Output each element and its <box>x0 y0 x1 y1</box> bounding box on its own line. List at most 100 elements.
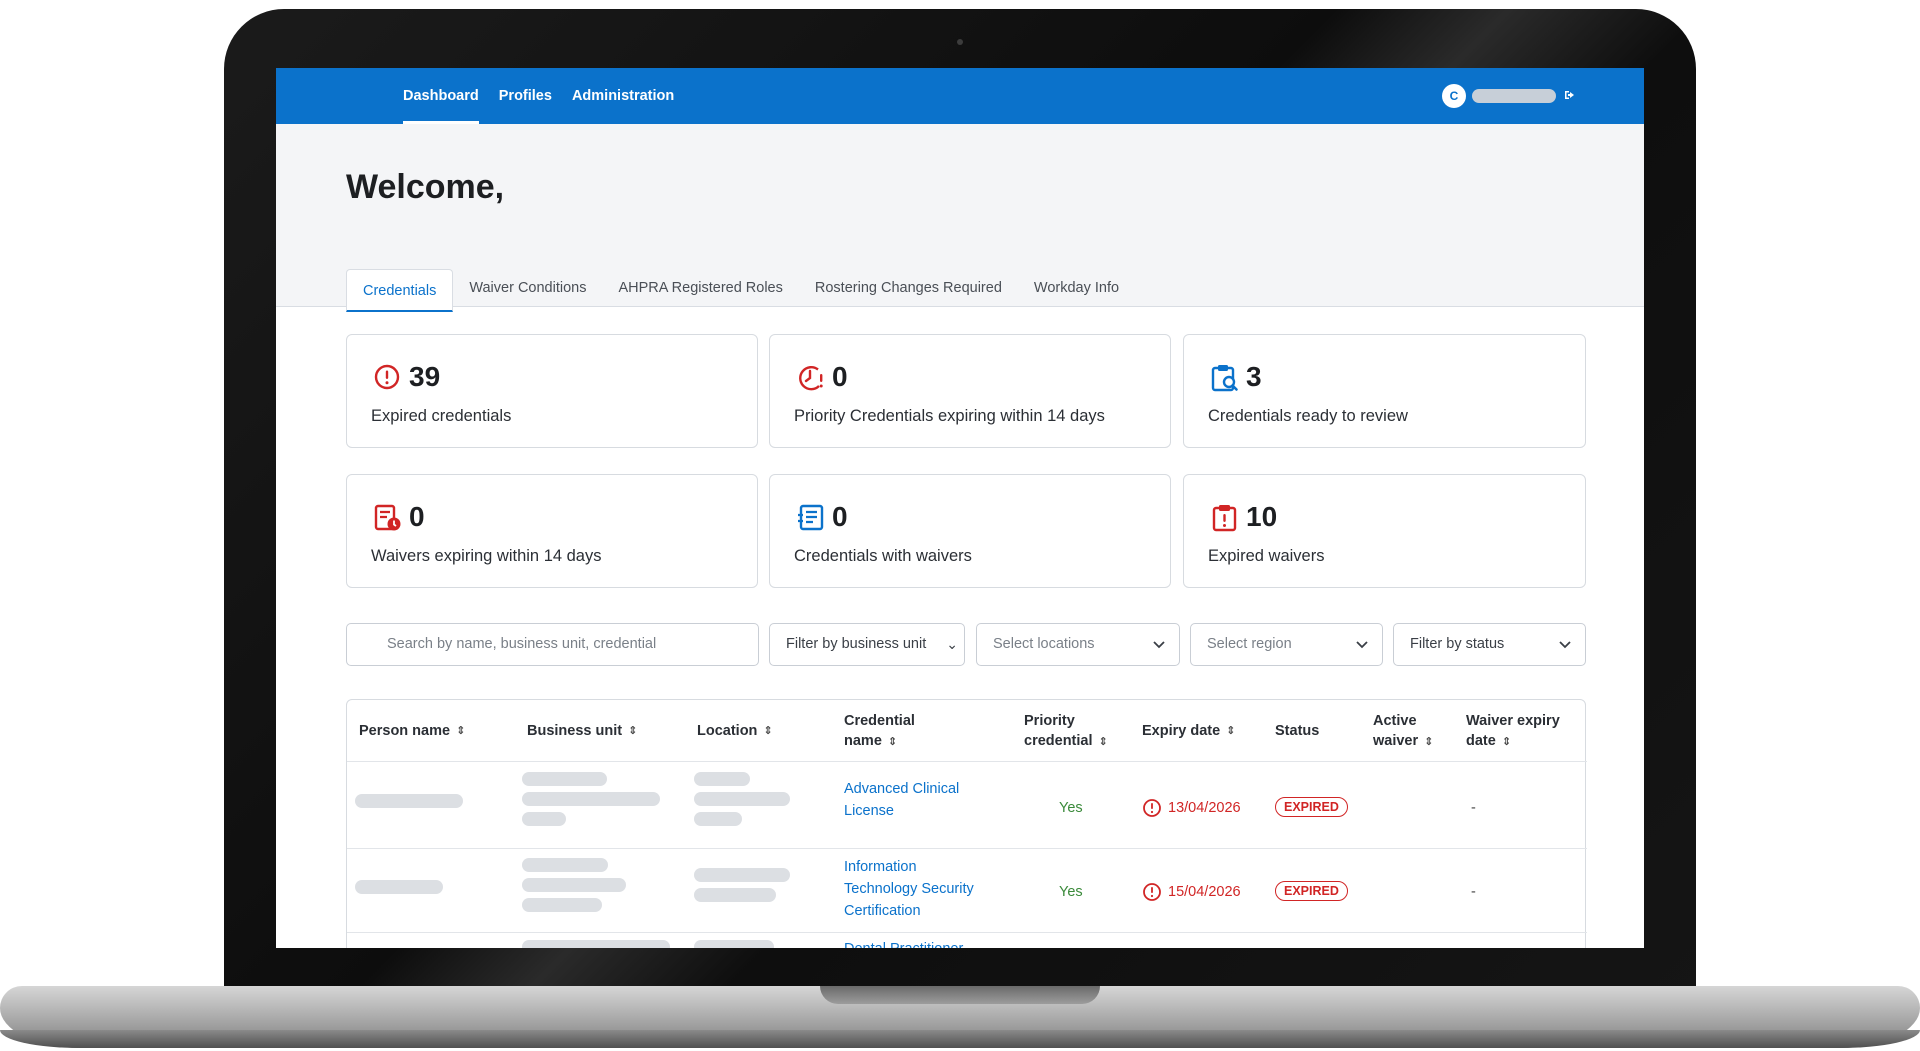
column-header-business-unit[interactable]: Business unit ⇕ <box>527 700 637 762</box>
column-header-active-waiver[interactable]: Active waiver ⇕ <box>1373 700 1433 762</box>
stat-label: Priority Credentials expiring within 14 … <box>794 407 1105 425</box>
tab-bar: Credentials Waiver Conditions AHPRA Regi… <box>346 269 1135 312</box>
stat-card-ready-to-review[interactable]: 3 Credentials ready to review <box>1183 334 1586 448</box>
clock-alert-icon <box>796 363 824 393</box>
logout-icon[interactable] <box>1564 88 1576 104</box>
tab-waiver-conditions[interactable]: Waiver Conditions <box>453 269 602 307</box>
business-unit-redacted <box>522 940 670 948</box>
column-header-label: Business unit <box>527 723 623 739</box>
expiry-date-text: 13/04/2026 <box>1168 800 1241 816</box>
status-badge: EXPIRED <box>1275 881 1348 901</box>
status-filter-label: Filter by status <box>1410 636 1505 652</box>
credential-name-line: Information <box>844 859 917 875</box>
waiver-expiry-value: - <box>1471 884 1476 900</box>
location-redacted <box>694 868 790 882</box>
waiver-expiry-value: - <box>1471 800 1476 816</box>
column-header-location[interactable]: Location ⇕ <box>697 700 773 762</box>
stat-card-waivers-expiring[interactable]: 0 Waivers expiring within 14 days <box>346 474 758 588</box>
tab-ahpra-registered-roles[interactable]: AHPRA Registered Roles <box>602 269 798 307</box>
sort-icon[interactable]: ⇕ <box>763 721 772 741</box>
document-list-icon <box>796 503 824 533</box>
location-redacted <box>694 888 776 902</box>
credential-name-line: Certification <box>844 903 921 919</box>
stat-card-expired-credentials[interactable]: 39 Expired credentials <box>346 334 758 448</box>
business-unit-filter-label: Filter by business unit <box>786 636 927 652</box>
column-header-label: Location <box>697 723 758 739</box>
credential-name-line: Advanced Clinical <box>844 781 960 797</box>
clipboard-alert-icon <box>1210 503 1238 533</box>
business-unit-filter[interactable]: Filter by business unit ⌄ <box>769 623 965 666</box>
region-select-label: Select region <box>1207 636 1292 652</box>
credential-link[interactable]: Information Technology Security Certific… <box>844 856 974 922</box>
expiry-date-text: 15/04/2026 <box>1168 884 1241 900</box>
credential-link[interactable]: Advanced Clinical License <box>844 778 959 822</box>
nav-profiles[interactable]: Profiles <box>499 68 552 124</box>
search-input[interactable]: Search by name, business unit, credentia… <box>346 623 759 666</box>
sort-icon[interactable]: ⇕ <box>1226 721 1235 741</box>
stat-label: Expired credentials <box>371 407 512 425</box>
page-header: Welcome, Credentials Waiver Conditions A… <box>276 124 1644 312</box>
stat-label: Credentials ready to review <box>1208 407 1408 425</box>
chevron-down-icon <box>1559 624 1571 665</box>
expiry-date: 15/04/2026 <box>1142 882 1241 902</box>
column-header-priority[interactable]: Priority credential ⇕ <box>1024 700 1108 762</box>
stat-card-credentials-with-waivers[interactable]: 0 Credentials with waivers <box>769 474 1171 588</box>
stat-value: 39 <box>409 361 441 392</box>
status-badge: EXPIRED <box>1275 797 1348 817</box>
stat-value: 3 <box>1246 361 1262 392</box>
credential-link[interactable]: Dental Practitioner <box>844 938 963 948</box>
top-navbar: Dashboard Profiles Administration C <box>276 68 1644 124</box>
sort-icon[interactable]: ⇕ <box>888 736 897 748</box>
column-header-label: waiver <box>1373 732 1419 749</box>
sort-icon[interactable]: ⇕ <box>1099 736 1108 748</box>
column-header-label: Waiver expiry <box>1466 712 1560 729</box>
page-title: Welcome, <box>346 168 505 206</box>
location-redacted <box>694 812 742 826</box>
app-screen: Dashboard Profiles Administration C Welc… <box>276 68 1644 948</box>
column-header-status: Status <box>1275 700 1319 762</box>
column-header-label: date <box>1466 732 1496 749</box>
stat-card-expired-waivers[interactable]: 10 Expired waivers <box>1183 474 1586 588</box>
tab-credentials[interactable]: Credentials <box>346 269 454 312</box>
row-divider <box>347 848 1587 849</box>
stat-label: Credentials with waivers <box>794 547 972 565</box>
nav-dashboard[interactable]: Dashboard <box>403 68 479 124</box>
search-placeholder: Search by name, business unit, credentia… <box>387 636 657 652</box>
stat-label: Waivers expiring within 14 days <box>371 547 602 565</box>
column-header-expiry[interactable]: Expiry date ⇕ <box>1142 700 1235 762</box>
column-header-label: Active <box>1373 712 1417 729</box>
expiry-date: 13/04/2026 <box>1142 798 1241 818</box>
credential-name-line: Dental Practitioner <box>844 938 963 948</box>
region-select[interactable]: Select region <box>1190 623 1383 666</box>
person-name-redacted <box>355 794 463 808</box>
row-divider <box>347 932 1587 933</box>
credential-name-line: Technology Security <box>844 881 974 897</box>
clipboard-search-icon <box>1210 363 1238 393</box>
status-filter[interactable]: Filter by status <box>1393 623 1586 666</box>
tab-rostering-changes[interactable]: Rostering Changes Required <box>799 269 1018 307</box>
locations-select[interactable]: Select locations <box>976 623 1180 666</box>
column-header-credential-name[interactable]: Credential name ⇕ <box>844 700 915 762</box>
laptop-notch <box>820 986 1100 1004</box>
nav-administration[interactable]: Administration <box>572 68 674 124</box>
tab-workday-info[interactable]: Workday Info <box>1018 269 1135 307</box>
locations-select-label: Select locations <box>993 636 1095 652</box>
column-header-label: Expiry date <box>1142 723 1221 739</box>
alert-circle-icon <box>1143 883 1161 901</box>
user-menu[interactable]: C <box>1442 84 1576 108</box>
sort-icon[interactable]: ⇕ <box>628 721 637 741</box>
credentials-table: Person name ⇕ Business unit ⇕ Location ⇕ Cr… <box>346 699 1587 948</box>
avatar[interactable]: C <box>1442 84 1466 108</box>
sort-icon[interactable]: ⇕ <box>1502 736 1511 748</box>
priority-value: Yes <box>1059 884 1083 900</box>
sort-icon[interactable]: ⇕ <box>1424 736 1433 748</box>
stat-value: 0 <box>832 361 848 392</box>
column-header-person[interactable]: Person name ⇕ <box>359 700 465 762</box>
sort-icon[interactable]: ⇕ <box>456 721 465 741</box>
business-unit-redacted <box>522 858 608 872</box>
stat-card-priority-expiring[interactable]: 0 Priority Credentials expiring within 1… <box>769 334 1171 448</box>
main-nav: Dashboard Profiles Administration <box>403 68 694 124</box>
document-clock-icon <box>373 503 401 533</box>
business-unit-redacted <box>522 898 602 912</box>
column-header-waiver-expiry[interactable]: Waiver expiry date ⇕ <box>1466 700 1560 762</box>
